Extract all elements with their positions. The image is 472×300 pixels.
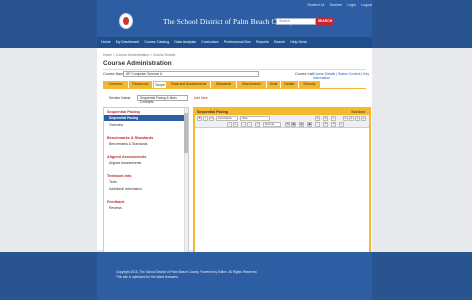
site-title[interactable]: The School District of Palm Beach County	[163, 17, 294, 26]
content-page: Home > Course Administration > Course De…	[97, 48, 372, 291]
bold-button[interactable]: B	[197, 116, 202, 121]
nav-item[interactable]: Professional Dev	[224, 37, 251, 48]
list-group-heading: Textbook Info	[107, 174, 132, 178]
browser-note: This site is optimized for the latest br…	[116, 275, 179, 279]
nav-item[interactable]: My Dashboard	[116, 37, 139, 48]
font-name-select[interactable]: Font Name	[216, 116, 238, 121]
nav-item[interactable]: Curriculum	[201, 37, 218, 48]
font-color-button[interactable]: A	[315, 116, 320, 121]
justify-icon[interactable]: ≡	[361, 116, 366, 121]
section-label: Section Name:	[109, 96, 132, 100]
divider	[103, 69, 366, 70]
list-item[interactable]: Aligned Assessments	[104, 160, 188, 166]
download-icon[interactable]: ↓	[315, 122, 320, 127]
scrollbar-thumb[interactable]	[184, 113, 188, 153]
search-button[interactable]: SEARCH	[316, 18, 334, 25]
course-name-field[interactable]: AP Computer Science A	[123, 71, 259, 77]
list-item[interactable]: Texts	[104, 179, 188, 185]
search-input[interactable]: Search	[276, 18, 316, 25]
nav-item[interactable]: Course Catalog	[144, 37, 169, 48]
editor-title: Sequential Pacing	[197, 110, 228, 114]
utility-link[interactable]: Teacher	[329, 3, 342, 7]
tab-scope[interactable]: Scope	[153, 81, 167, 88]
align-left-icon[interactable]: ≡	[343, 116, 348, 121]
list-item[interactable]: Reviews	[104, 205, 188, 211]
number-list-icon[interactable]: 1.	[233, 122, 238, 127]
tab-tests[interactable]: Tests and Assessments	[167, 81, 211, 88]
italic-button[interactable]: I	[203, 116, 208, 121]
bullet-list-icon[interactable]: •	[227, 122, 232, 127]
settings-icon[interactable]: ⚙	[285, 122, 290, 127]
align-center-icon[interactable]: ≡	[349, 116, 354, 121]
list-item[interactable]: Additional Information	[104, 186, 188, 192]
undo-icon[interactable]: ↶	[323, 122, 328, 127]
nav-item[interactable]: Help Desk	[290, 37, 307, 48]
footer-text: Copyright 2015, The School District of P…	[116, 270, 257, 280]
list-item-selected[interactable]: Sequential Pacing	[104, 115, 188, 121]
breadcrumb[interactable]: Home > Course Administration > Course De…	[103, 53, 175, 57]
course-list-label: Course List:	[295, 72, 315, 76]
list-item[interactable]: Overview	[104, 122, 188, 128]
list-item[interactable]: Benchmarks & Standards	[104, 141, 188, 147]
cut-icon[interactable]: ✂	[339, 122, 344, 127]
course-list-options: Course Details | Status Content | Key In…	[313, 72, 370, 80]
format-select[interactable]: Normal	[263, 122, 281, 127]
list-group-heading: Aligned Assessments	[107, 155, 147, 159]
utility-link[interactable]: Student Lit	[307, 3, 324, 7]
nav-item[interactable]: Reports	[256, 37, 269, 48]
add-section-link[interactable]: Add New	[194, 96, 208, 100]
list-group-heading: Feedback	[107, 200, 125, 204]
nav-item[interactable]: Search	[274, 37, 285, 48]
font-size-select[interactable]: Size	[240, 116, 270, 121]
image-icon[interactable]: ▤	[299, 122, 304, 127]
district-logo-icon[interactable]	[119, 13, 133, 29]
editor-toolbar: B I U Font Name Size A S x ≡ ≡ ≡ ≡ • 1. …	[195, 115, 369, 128]
tab-standards[interactable]: Standards	[211, 81, 237, 88]
redo-icon[interactable]: ↷	[331, 122, 336, 127]
tab-units[interactable]: Units	[267, 81, 281, 88]
course-list-link[interactable]: Status Content	[338, 72, 360, 76]
utility-link[interactable]: Logout	[361, 3, 372, 7]
strike-button[interactable]: S	[323, 116, 328, 121]
section-select[interactable]: Sequential Pacing & Main Concepts	[137, 95, 188, 104]
tab-resources[interactable]: Resources	[129, 81, 153, 88]
nav-item[interactable]: Data Analysis	[174, 37, 196, 48]
tab-overview[interactable]: Overview	[103, 81, 129, 88]
subscript-button[interactable]: x	[331, 116, 336, 121]
list-group-heading: Benchmarks & Standards	[107, 136, 154, 140]
tab-attachments[interactable]: Attachments	[237, 81, 267, 88]
media-icon[interactable]: ▣	[307, 122, 312, 127]
page-title: Course Administration	[103, 60, 172, 67]
utility-bar: Student Lit Teacher Login Logout	[0, 3, 372, 7]
underline-button[interactable]: U	[209, 116, 214, 121]
main-nav: Home My Dashboard Course Catalog Data An…	[97, 37, 372, 48]
table-icon[interactable]: ▦	[291, 122, 296, 127]
utility-link[interactable]: Login	[347, 3, 356, 7]
outdent-icon[interactable]: ←	[241, 122, 246, 127]
list-group-heading: Sequential Pacing	[107, 110, 140, 114]
indent-icon[interactable]: →	[247, 122, 252, 127]
link-icon[interactable]: ↗	[255, 122, 260, 127]
tab-underline	[103, 88, 366, 89]
tab-details[interactable]: Details	[281, 81, 299, 88]
tab-security[interactable]: Security	[299, 81, 321, 88]
align-right-icon[interactable]: ≡	[355, 116, 360, 121]
nav-item[interactable]: Home	[101, 37, 111, 48]
